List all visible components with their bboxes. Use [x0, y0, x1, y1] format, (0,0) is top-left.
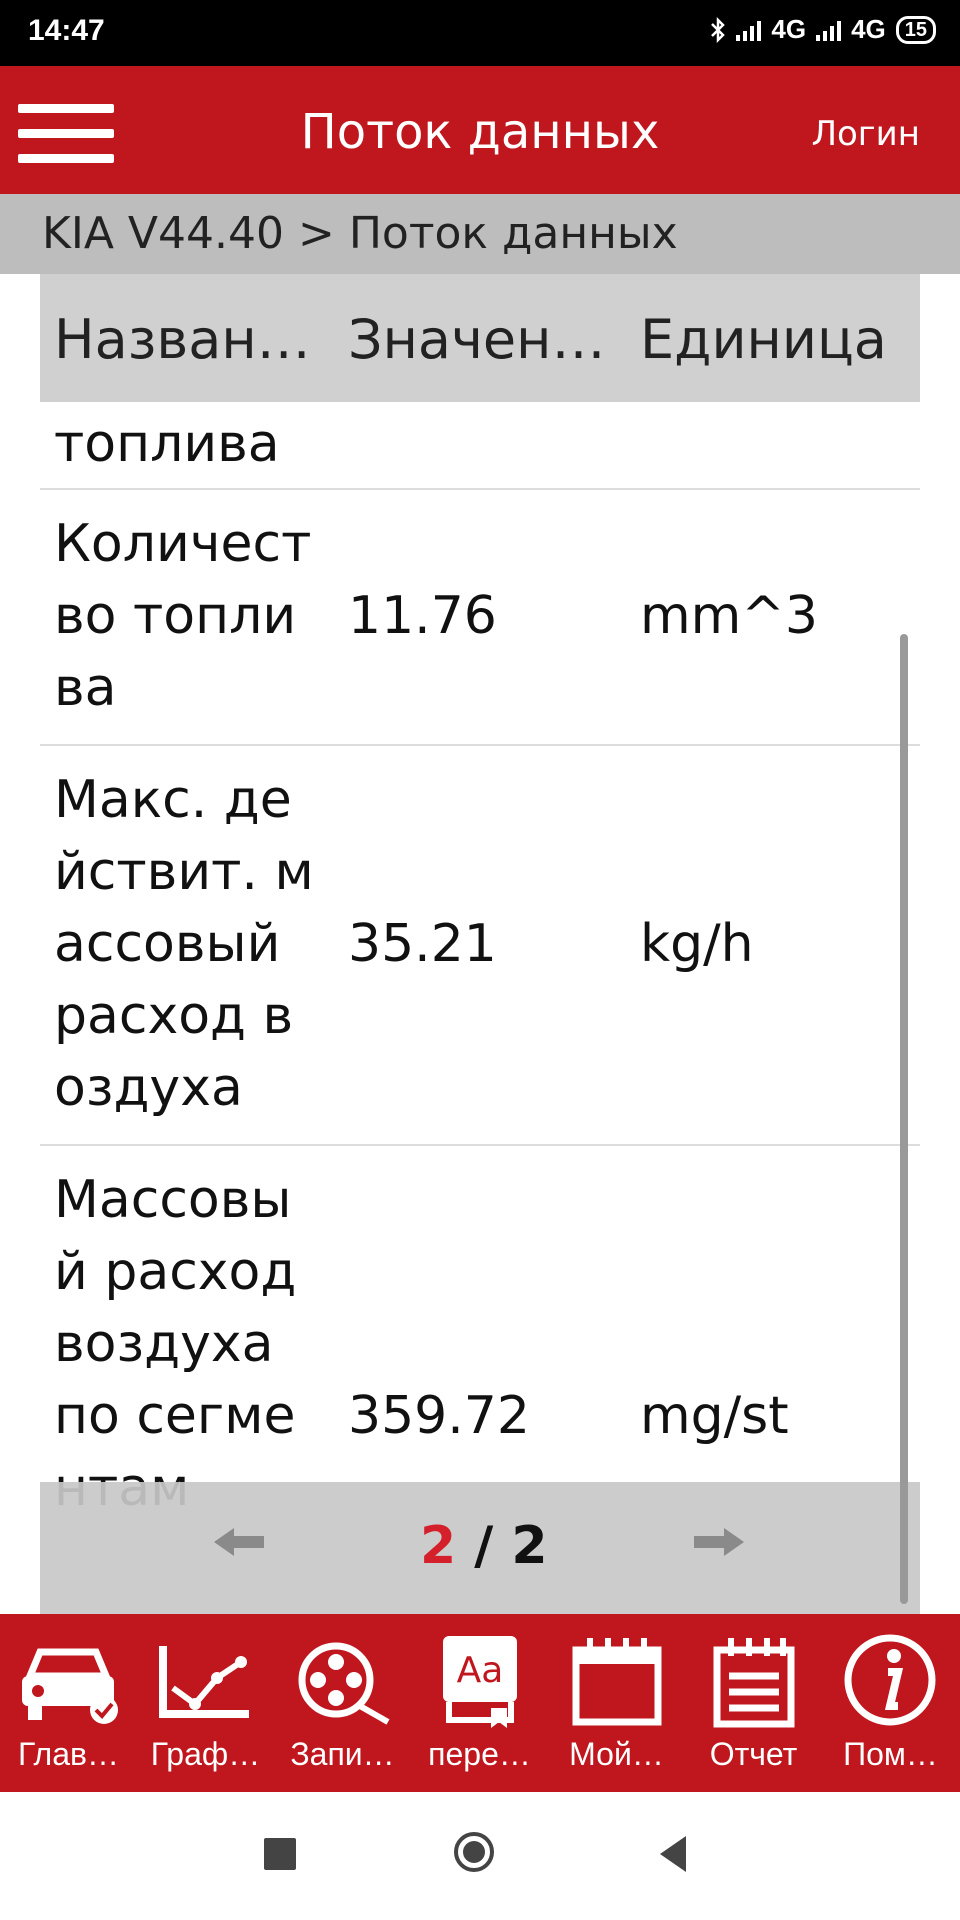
back-icon[interactable]: [660, 1836, 686, 1872]
next-page-icon[interactable]: [690, 1522, 748, 1562]
svg-text:Aa: Aa: [457, 1650, 504, 1691]
data-table[interactable]: Назван… Значен… Единица топлива Количест…: [40, 274, 920, 1614]
battery-icon: 15: [895, 15, 936, 44]
toolbar-label: Граф…: [150, 1736, 261, 1772]
signal-icon-2: [816, 19, 842, 41]
toolbar-item-report[interactable]: Отчет: [685, 1614, 822, 1792]
reel-icon: [298, 1642, 390, 1725]
login-button[interactable]: Логин: [811, 114, 920, 154]
car-check-icon: [22, 1648, 118, 1724]
toolbar-item-translate[interactable]: Aa пере…: [411, 1614, 548, 1792]
toolbar-label: Глав…: [18, 1736, 119, 1772]
system-nav-bar: [0, 1792, 960, 1920]
recents-icon[interactable]: [264, 1838, 296, 1870]
toolbar-item-my[interactable]: Мой…: [548, 1614, 685, 1792]
table-header: Назван… Значен… Единица: [40, 274, 920, 402]
row-value: 11.76: [348, 586, 497, 646]
header-name[interactable]: Назван…: [54, 308, 311, 371]
breadcrumb: KIA V44.40 > Поток данных: [0, 194, 960, 274]
chart-icon: [159, 1646, 249, 1718]
toolbar-item-graph[interactable]: Граф…: [137, 1614, 274, 1792]
status-icons: 4G 4G 15: [710, 14, 936, 45]
toolbar-label: Отчет: [709, 1736, 798, 1772]
prev-page-icon[interactable]: [210, 1522, 268, 1562]
row-name: Количество топлива: [54, 514, 312, 718]
report-icon: [713, 1638, 795, 1728]
row-value: 359.72: [348, 1386, 530, 1446]
status-bar: 14:47 4G 4G 15: [0, 0, 960, 66]
page-separator: /: [456, 1516, 512, 1576]
header-unit[interactable]: Единица: [640, 308, 887, 371]
current-page: 2: [420, 1516, 457, 1576]
calendar-icon: [572, 1638, 662, 1726]
home-icon[interactable]: [454, 1832, 494, 1872]
total-pages: 2: [511, 1516, 548, 1576]
row-name: Макс. действит. массовый расход воздуха: [54, 770, 314, 1118]
toolbar-item-home[interactable]: Глав…: [0, 1614, 137, 1792]
table-row[interactable]: Количество топлива 11.76 mm^3: [40, 490, 920, 746]
toolbar-label: Запи…: [290, 1736, 395, 1772]
row-name: топлива: [54, 414, 280, 474]
toolbar-label: Пом…: [843, 1736, 938, 1772]
translate-icon: Aa: [443, 1636, 517, 1728]
table-row[interactable]: Макс. действит. массовый расход воздуха …: [40, 746, 920, 1146]
page-indicator: 2 / 2: [420, 1516, 548, 1576]
pagination: 2 / 2: [40, 1482, 920, 1614]
app-bar: Поток данных Логин: [0, 66, 960, 194]
toolbar-label: пере…: [428, 1736, 531, 1772]
bluetooth-icon: [711, 16, 726, 43]
toolbar-item-record[interactable]: Запи…: [274, 1614, 411, 1792]
row-unit: kg/h: [640, 914, 754, 974]
bottom-toolbar: Глав… Граф… Запи… Aa пере… Мой… Отчет По…: [0, 1614, 960, 1792]
info-icon: [844, 1634, 936, 1726]
status-time: 14:47: [28, 14, 105, 47]
toolbar-label: Мой…: [569, 1736, 664, 1772]
row-unit: mm^3: [640, 586, 818, 646]
row-unit: mg/st: [640, 1386, 789, 1446]
scrollbar[interactable]: [900, 634, 908, 1604]
header-value[interactable]: Значен…: [348, 308, 605, 371]
network-label-1: 4G: [771, 14, 807, 44]
network-label-2: 4G: [851, 14, 886, 44]
toolbar-item-help[interactable]: Пом…: [822, 1614, 959, 1792]
row-name: Массовый расход воздуха по сегментам: [54, 1170, 297, 1518]
signal-icon: [736, 19, 762, 41]
row-value: 35.21: [348, 914, 497, 974]
